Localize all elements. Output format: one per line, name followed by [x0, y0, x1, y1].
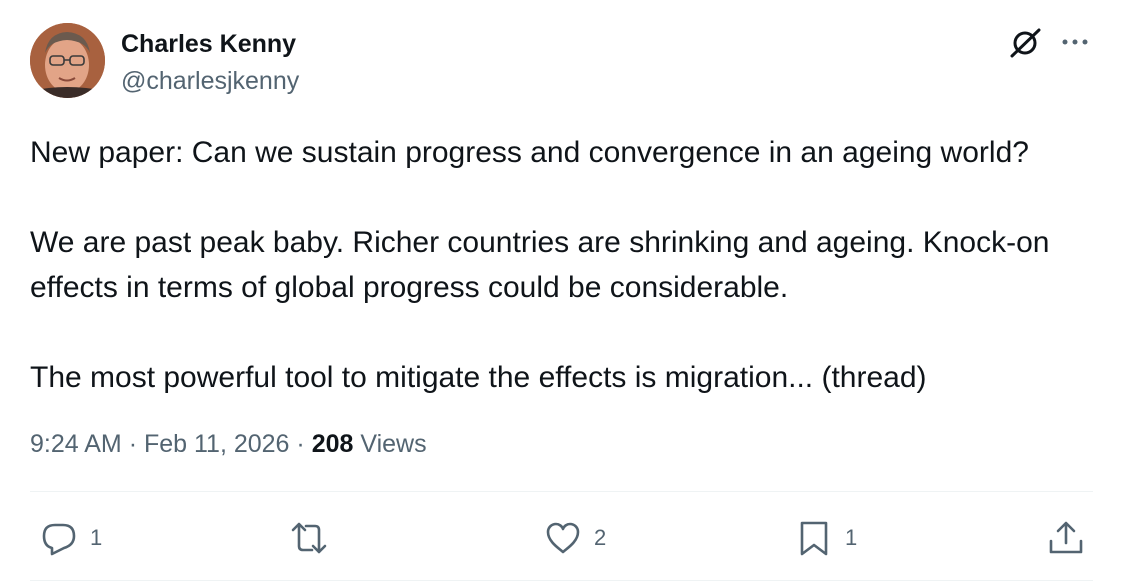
views-label: Views — [360, 430, 427, 458]
display-name[interactable]: Charles Kenny — [121, 29, 296, 59]
tweet-paragraph: The most powerful tool to mitigate the e… — [30, 361, 927, 394]
divider — [30, 491, 1093, 492]
bookmark-button[interactable]: 1 — [795, 518, 857, 558]
tweet-paragraph: New paper: Can we sustain progress and c… — [30, 136, 1029, 169]
like-button[interactable]: 2 — [544, 518, 606, 558]
share-button[interactable] — [1047, 518, 1085, 558]
tweet-paragraph: We are past peak baby. Richer countries … — [30, 226, 1050, 304]
like-icon — [546, 522, 580, 554]
like-count: 2 — [594, 525, 607, 550]
meta-separator: · — [128, 430, 138, 458]
reply-icon — [42, 523, 76, 556]
retweet-button[interactable] — [290, 518, 328, 558]
bookmark-count: 1 — [845, 525, 858, 550]
meta-separator: · — [296, 430, 305, 458]
divider — [30, 580, 1093, 581]
retweet-icon — [291, 522, 327, 554]
grok-icon[interactable] — [1008, 26, 1042, 60]
user-handle[interactable]: @charlesjkenny — [121, 66, 299, 96]
avatar[interactable] — [30, 23, 105, 98]
tweet-date[interactable]: Feb 11, 2026 — [144, 430, 289, 458]
share-icon — [1049, 521, 1083, 554]
tweet-time[interactable]: 9:24 AM — [30, 430, 122, 458]
tweet-text: New paper: Can we sustain progress and c… — [30, 130, 1100, 400]
views-count: 208 — [311, 430, 354, 458]
tweet: Charles Kenny @charlesjkenny New paper: … — [0, 0, 1123, 582]
more-options-icon[interactable] — [1060, 34, 1090, 50]
tweet-metadata: 9:24 AM · Feb 11, 2026 · 208 Views — [30, 428, 427, 460]
reply-button[interactable]: 1 — [40, 518, 102, 558]
avatar-photo — [30, 23, 105, 98]
reply-count: 1 — [90, 525, 103, 550]
bookmark-icon — [800, 521, 828, 556]
